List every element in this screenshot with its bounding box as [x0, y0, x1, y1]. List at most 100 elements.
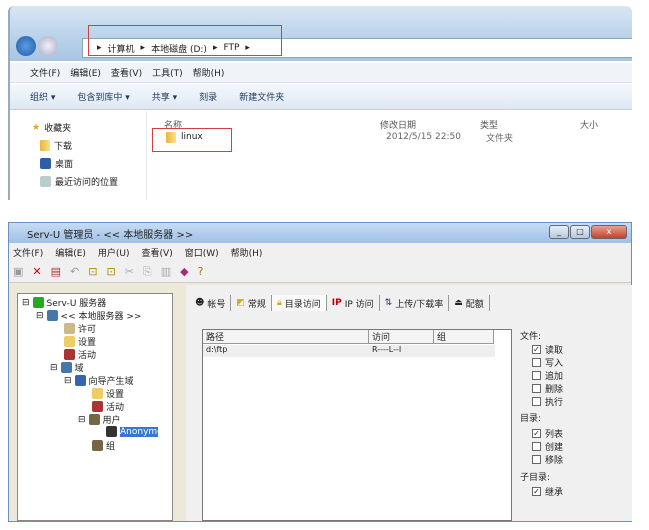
- back-button[interactable]: [16, 36, 36, 56]
- ip-icon: IP: [331, 298, 342, 308]
- servu-toolbar: ▣ ✕ ▤ ↶ ⊡ ⊡ ✂ ⎘ ▥ ◆ ?: [9, 261, 631, 283]
- perm-list[interactable]: ✓ 列表: [532, 427, 563, 440]
- tab-ip-access[interactable]: IP IP 访问: [327, 295, 380, 311]
- tree-license[interactable]: 许可: [64, 322, 96, 335]
- tree-servu-server[interactable]: ⊟ Serv-U 服务器: [22, 296, 106, 309]
- explorer-window: ▸ 计算机 ▸ 本地磁盘 (D:) ▸ FTP ▸ 文件(F) 编辑(E) 查看…: [8, 6, 632, 200]
- tree-wizard-domain[interactable]: ⊟ 向导产生域: [64, 374, 134, 387]
- user-icon: [106, 426, 117, 437]
- copy-icon[interactable]: ⎘: [143, 265, 152, 279]
- menu-view[interactable]: 查看(V): [111, 66, 142, 79]
- group-icon: [92, 440, 103, 451]
- dir-access-list[interactable]: 路径 访问 组 d:\ftp R----L--I: [202, 329, 512, 521]
- menu-view[interactable]: 查看(V): [142, 246, 173, 259]
- tab-quota[interactable]: ⏏ 配额: [449, 295, 490, 311]
- dir-perm-label: 目录:: [520, 414, 542, 424]
- row-path: d:\ftp: [206, 345, 228, 354]
- tree-domain-settings[interactable]: 设置: [92, 387, 124, 400]
- minimize-button[interactable]: _: [549, 225, 569, 239]
- paste-icon[interactable]: ▥: [161, 265, 171, 278]
- settings-icon: [92, 388, 103, 399]
- tree-activity[interactable]: 活动: [64, 348, 96, 361]
- nav-downloads[interactable]: 下载: [40, 139, 72, 152]
- perm-inherit[interactable]: ✓ 继承: [532, 485, 563, 498]
- perm-execute[interactable]: 执行: [532, 395, 563, 408]
- perm-create[interactable]: 创建: [532, 440, 563, 453]
- tab-account[interactable]: ☻ 帐号: [190, 295, 232, 311]
- burn-button[interactable]: 刻录: [199, 90, 217, 103]
- servu-icon: [32, 297, 44, 308]
- help-icon[interactable]: ?: [198, 265, 204, 278]
- perm-write[interactable]: 写入: [532, 356, 563, 369]
- tree-users[interactable]: ⊟ 用户: [78, 413, 121, 426]
- menu-edit[interactable]: 编辑(E): [55, 246, 86, 259]
- file-perm-label: 文件:: [520, 332, 542, 342]
- column-path[interactable]: 路径: [203, 330, 369, 344]
- activity-icon: [92, 401, 103, 412]
- tab-dir-access[interactable]: 🔒︎ 目录访问: [271, 295, 327, 311]
- server-tree: ⊟ Serv-U 服务器 ⊟ << 本地服务器 >> 许可 设置 活动 ⊟ 域 ⊟ 向导…: [17, 293, 173, 521]
- new-user-icon[interactable]: ▤: [51, 265, 61, 278]
- menu-help[interactable]: 帮助(H): [193, 66, 225, 79]
- quota-icon: ⏏: [454, 298, 463, 308]
- server-icon: [46, 310, 58, 321]
- tree-local-server[interactable]: ⊟ << 本地服务器 >>: [36, 309, 141, 322]
- tab-general[interactable]: ◩ 常规: [231, 295, 272, 311]
- menu-tools[interactable]: 工具(T): [152, 66, 183, 79]
- list-row[interactable]: d:\ftp R----L--I: [203, 345, 495, 357]
- user-icon: ☻: [195, 298, 205, 308]
- tree-user-anonymous[interactable]: Anonymous: [106, 426, 158, 437]
- perm-delete[interactable]: 删除: [532, 382, 563, 395]
- delete-icon[interactable]: ✕: [32, 265, 41, 278]
- tree-domain-activity[interactable]: 活动: [92, 400, 124, 413]
- maximize-button[interactable]: □: [570, 225, 590, 239]
- perm-append[interactable]: 追加: [532, 369, 563, 382]
- settings-icon: [64, 336, 75, 347]
- window-title: Serv-U 管理员 - << 本地服务器 >>: [27, 229, 194, 241]
- user-properties-panel: ☻ 帐号 ◩ 常规 🔒︎ 目录访问 IP IP 访问 ⇅ 上传/下载率 ⏏ 配额 路径 访问…: [186, 285, 632, 521]
- menu-file[interactable]: 文件(F): [13, 246, 43, 259]
- cut-icon[interactable]: ✂: [125, 265, 134, 278]
- domain-icon: [74, 375, 86, 386]
- nav-recent[interactable]: 最近访问的位置: [40, 175, 118, 188]
- activity-icon: [64, 349, 75, 360]
- menu-edit[interactable]: 编辑(E): [70, 66, 101, 79]
- folder-up-icon[interactable]: ⊡: [88, 265, 97, 278]
- settings-icon: ◩: [236, 298, 245, 308]
- nav-desktop[interactable]: 桌面: [40, 157, 73, 170]
- menu-user[interactable]: 用户(U): [98, 246, 130, 259]
- undo-icon[interactable]: ↶: [70, 265, 79, 278]
- save-icon[interactable]: ▣: [13, 265, 23, 278]
- tab-transfer-rate[interactable]: ⇅ 上传/下载率: [380, 295, 450, 311]
- key-icon: [64, 323, 75, 334]
- tree-domains[interactable]: ⊟ 域: [50, 361, 84, 374]
- star-icon: ★: [32, 122, 41, 133]
- close-button[interactable]: x: [591, 225, 627, 239]
- perm-read[interactable]: ✓ 读取: [532, 343, 563, 356]
- column-group[interactable]: 组: [434, 330, 494, 344]
- tree-groups[interactable]: 组: [92, 439, 115, 452]
- organize-button[interactable]: 组织 ▾: [30, 90, 55, 103]
- lock-icon: 🔒︎: [276, 298, 282, 308]
- menu-help[interactable]: 帮助(H): [231, 246, 263, 259]
- highlight-box: [152, 128, 232, 152]
- tree-settings[interactable]: 设置: [64, 335, 96, 348]
- share-button[interactable]: 共享 ▾: [152, 90, 177, 103]
- book-icon[interactable]: ◆: [180, 265, 188, 278]
- forward-button[interactable]: [38, 36, 58, 56]
- nav-favorites[interactable]: ★ 收藏夹: [32, 121, 71, 135]
- file-type: 文件夹: [486, 133, 514, 144]
- subdir-perm-label: 子目录:: [520, 473, 551, 483]
- include-library-button[interactable]: 包含到库中 ▾: [77, 90, 129, 103]
- perm-remove[interactable]: 移除: [532, 453, 563, 466]
- servu-menubar: 文件(F) 编辑(E) 用户(U) 查看(V) 窗口(W) 帮助(H): [9, 243, 631, 261]
- navigation-pane: ★ 收藏夹 下载 桌面 最近访问的位置: [10, 111, 147, 200]
- column-access[interactable]: 访问: [369, 330, 434, 344]
- new-folder-button[interactable]: 新建文件夹: [239, 90, 284, 103]
- file-modified: 2012/5/15 22:50: [386, 132, 461, 142]
- servu-titlebar: Serv-U 管理员 - << 本地服务器 >>: [9, 223, 631, 243]
- folder-refresh-icon[interactable]: ⊡: [106, 265, 115, 278]
- menu-file[interactable]: 文件(F): [30, 66, 60, 79]
- menu-window[interactable]: 窗口(W): [185, 246, 219, 259]
- explorer-toolbar: 组织 ▾ 包含到库中 ▾ 共享 ▾ 刻录 新建文件夹: [10, 84, 632, 110]
